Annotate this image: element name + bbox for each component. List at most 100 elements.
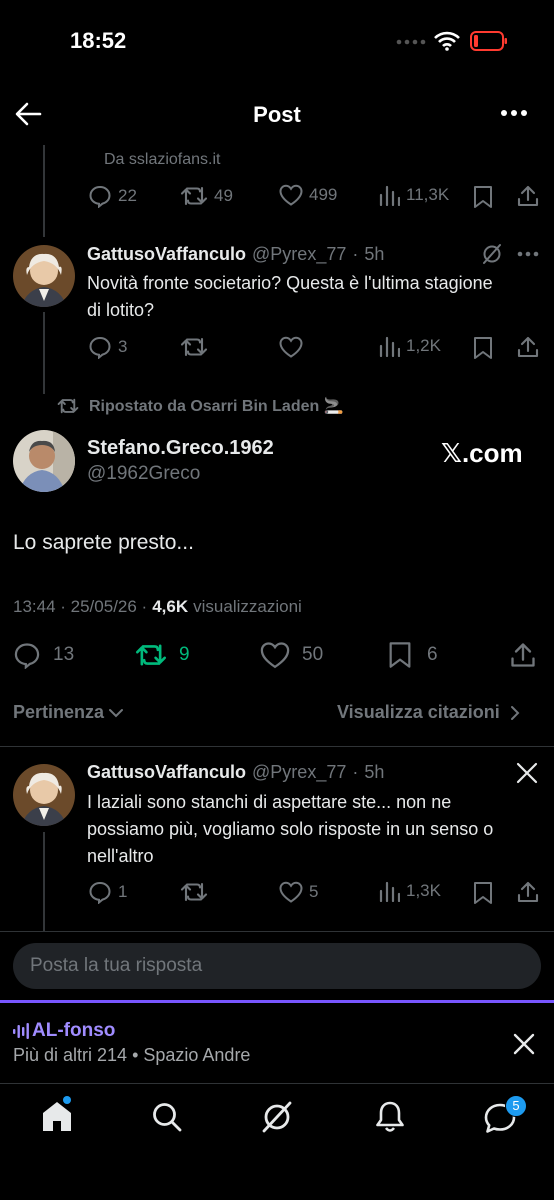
reply-icon [88,335,112,359]
repost-action[interactable]: 9 [135,641,190,669]
handle[interactable]: @Pyrex_77 [252,762,346,783]
views-action[interactable]: 1,3K [378,880,441,902]
view-quotes-link[interactable]: Visualizza citazioni [337,702,520,723]
repost-icon [180,880,208,904]
views-count: 11,3K [406,185,450,204]
repost-count: 49 [214,186,233,205]
reposted-by-text: Ripostato da Osarri Bin Laden 🚬 [89,398,344,415]
reply-count: 3 [118,337,128,356]
close-icon[interactable] [513,1033,535,1055]
signal-icon [396,38,428,46]
like-action[interactable]: 5 [279,881,318,903]
reply-action[interactable]: 1 [88,880,127,904]
sort-label: Pertinenza [13,702,105,722]
close-icon[interactable] [515,761,539,785]
bookmark-icon[interactable] [472,336,494,360]
like-action[interactable] [279,336,303,358]
views-action[interactable]: 1,2K [378,335,441,357]
like-action[interactable]: 499 [279,184,337,206]
spaces-bar[interactable] [0,1003,554,1083]
tweet-text: Novità fronte societario? Questa è l'ult… [87,273,493,320]
status-time: 18:52 [70,28,127,53]
space-title[interactable]: AL-fonso [32,1020,115,1042]
divider [0,931,554,932]
views-count: 4,6K [152,597,189,616]
avatar[interactable] [13,245,75,307]
reply-action[interactable]: 22 [88,184,137,208]
reply-icon [88,880,112,904]
repost-count: 9 [179,644,190,665]
repost-icon [180,335,208,359]
grok-icon[interactable] [481,243,503,265]
views-label: visualizzazioni [193,597,302,616]
author-handle[interactable]: @1962Greco [87,463,200,485]
tweet-header: GattusoVaffanculo @Pyrex_77 · 5h [87,762,384,783]
avatar[interactable] [13,430,75,492]
reply-count: 13 [53,644,75,665]
repost-action[interactable] [180,335,208,359]
wifi-icon [434,31,460,51]
repost-icon [180,184,208,208]
views-action[interactable]: 11,3K [378,184,449,206]
messages-badge: 5 [505,1095,527,1117]
bookmark-icon[interactable] [472,881,494,905]
like-count: 5 [309,882,319,901]
notification-dot [63,1096,71,1104]
divider [0,1083,554,1084]
share-icon[interactable] [509,641,537,669]
view-quotes-label: Visualizza citazioni [337,702,500,722]
chevron-down-icon [108,707,124,719]
thread-line [43,832,45,932]
like-count: 499 [309,185,338,204]
reply-count: 1 [118,882,128,901]
tweet-header: GattusoVaffanculo @Pyrex_77 · 5h [87,244,384,265]
display-name[interactable]: GattusoVaffanculo [87,244,246,265]
brand-label[interactable]: 𝕏.com [441,438,523,469]
heart-icon [279,336,303,358]
avatar[interactable] [13,764,75,826]
handle[interactable]: @Pyrex_77 [252,244,346,265]
repost-action[interactable]: 49 [180,184,233,208]
share-icon[interactable] [516,335,540,359]
like-count: 50 [302,644,324,665]
home-icon[interactable] [41,1099,73,1133]
bookmark-icon[interactable] [472,185,494,209]
more-icon[interactable] [517,251,539,257]
chevron-right-icon [510,705,520,721]
timestamp: 5h [364,244,385,264]
page-title: Post [253,102,301,127]
separator: · [352,244,359,264]
audio-wave-icon [13,1023,29,1039]
card-source: Da sslaziofans.it [104,151,221,168]
post-meta: 13:44 · 25/05/26 · 4,6K visualizzazioni [13,597,302,617]
repost-action[interactable] [180,880,208,904]
divider [0,746,554,747]
views-icon [378,184,400,206]
reply-action[interactable]: 13 [13,641,74,669]
notifications-icon[interactable] [374,1100,406,1134]
share-icon[interactable] [516,184,540,208]
tweet-text: I laziali sono stanchi di aspettare ste.… [87,792,494,866]
bookmark-action[interactable]: 6 [387,641,438,669]
author-name[interactable]: Stefano.Greco.1962 [87,437,274,460]
repost-icon [135,641,167,669]
views-count: 1,3K [406,881,441,900]
timestamp: 5h [364,762,385,782]
reply-input-placeholder: Posta la tua risposta [30,955,203,976]
sort-dropdown[interactable]: Pertinenza [13,702,124,723]
separator: · [352,762,359,782]
views-count: 1,2K [406,336,441,355]
more-options-icon[interactable] [500,108,528,118]
like-action[interactable]: 50 [260,641,323,669]
share-icon[interactable] [516,880,540,904]
post-text: Lo saprete presto... [13,531,194,554]
bookmark-icon [387,641,413,669]
repost-icon [57,396,79,416]
search-icon[interactable] [151,1101,183,1133]
repost-context[interactable]: Ripostato da Osarri Bin Laden 🚬 [57,396,344,416]
reply-icon [88,184,112,208]
post-timestamp: 13:44 · 25/05/26 · [13,597,148,616]
reply-action[interactable]: 3 [88,335,127,359]
grok-icon[interactable] [260,1100,294,1134]
display-name[interactable]: GattusoVaffanculo [87,762,246,783]
